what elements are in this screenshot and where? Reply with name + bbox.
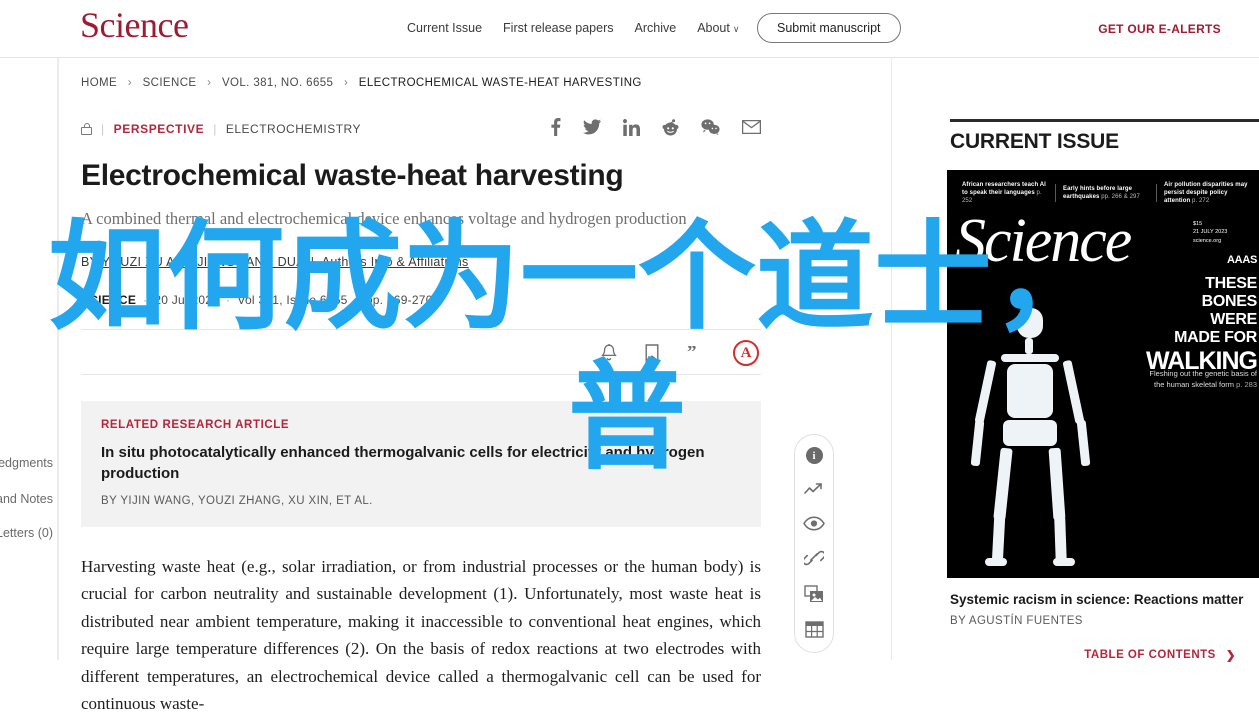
current-issue-cover[interactable]: African researchers teach AI to speak th… [947, 170, 1259, 578]
rail-item-acknowledgments[interactable]: Acknowledgments [0, 456, 53, 470]
linkedin-icon[interactable] [623, 118, 640, 136]
related-label: RELATED RESEARCH ARTICLE [101, 419, 290, 432]
bookmark-icon[interactable] [645, 344, 659, 363]
sidebar-divider [950, 119, 1259, 122]
science-logo[interactable]: Science [80, 4, 189, 46]
submit-manuscript-button[interactable]: Submit manuscript [757, 13, 901, 43]
tables-icon[interactable] [804, 621, 824, 638]
toc-label: TABLE OF CONTENTS [1084, 649, 1216, 661]
citation-pages: pp. 269-270 [365, 293, 433, 308]
facebook-icon[interactable] [550, 118, 561, 136]
chevron-down-icon: ∨ [732, 24, 740, 34]
get-e-alerts-link[interactable]: GET OUR E-ALERTS [1098, 22, 1221, 36]
cover-strip-item-2: Early hints before large earthquakes pp.… [1063, 185, 1140, 200]
share-icons [550, 118, 761, 136]
related-article-title[interactable]: In situ photocatalytically enhanced ther… [101, 443, 741, 484]
article-citation: SCIENCE · 20 Jul 2023 · Vol 381, Issue 6655 ·… [81, 293, 433, 308]
breadcrumb: HOME › SCIENCE › VOL. 381, NO. 6655 › EL… [81, 77, 642, 89]
metrics-icon[interactable] [804, 482, 824, 498]
article-main: | PERSPECTIVE | ELECTROCHEMISTRY Electro… [81, 118, 761, 718]
breadcrumb-item-current: ELECTROCHEMICAL WASTE-HEAT HARVESTING [358, 77, 642, 89]
authors-info-affiliations-link[interactable]: Authors Info & Affiliations [322, 255, 469, 269]
wechat-icon[interactable] [701, 119, 720, 135]
nav-item-first-release[interactable]: First release papers [503, 21, 613, 35]
breadcrumb-item-volume[interactable]: VOL. 381, NO. 6655 [222, 77, 333, 89]
current-issue-sidebar: CURRENT ISSUE African researchers teach … [891, 58, 1259, 662]
info-icon[interactable]: i [805, 447, 823, 464]
article-section-rail: Acknowledgments References and Notes eLe… [0, 58, 58, 660]
citation-date: 20 Jul 2023 [154, 293, 220, 308]
lock-icon [81, 122, 92, 136]
article-body-paragraph: Harvesting waste heat (e.g., solar irrad… [81, 556, 761, 714]
cover-headline: THESE BONES WERE MADE FOR WALKING [1145, 275, 1258, 375]
article-type-label[interactable]: PERSPECTIVE [114, 122, 205, 136]
rail-item-references-and-notes[interactable]: References and Notes [0, 492, 53, 506]
cover-strip-item-1: African researchers teach AI to speak th… [962, 181, 1046, 205]
sidebar-heading: CURRENT ISSUE [950, 130, 1119, 153]
quote-icon[interactable]: ” [687, 346, 705, 360]
breadcrumb-separator: › [207, 77, 212, 89]
figures-icon[interactable] [804, 585, 824, 603]
nav-item-about[interactable]: About ∨ [697, 21, 739, 35]
cover-strip-item-3: Air pollution disparities may persist de… [1164, 181, 1248, 205]
featured-article-author: BY AGUSTÍN FUENTES [950, 615, 1083, 627]
cover-headline-strip: African researchers teach AI to speak th… [947, 176, 1259, 210]
article-subject-label[interactable]: ELECTROCHEMISTRY [226, 122, 361, 136]
email-icon[interactable] [742, 120, 761, 134]
related-research-article-card[interactable]: RELATED RESEARCH ARTICLE In situ photoca… [81, 401, 761, 527]
nav-item-current-issue[interactable]: Current Issue [407, 21, 482, 35]
page-content: HOME › SCIENCE › VOL. 381, NO. 6655 › EL… [58, 58, 1259, 713]
cover-subhead: Fleshing out the genetic basis of the hu… [1149, 369, 1257, 390]
breadcrumb-separator: › [343, 77, 349, 89]
rail-item-eletters[interactable]: eLetters (0) [0, 526, 53, 540]
svg-text:”: ” [687, 346, 697, 360]
reddit-icon[interactable] [662, 118, 679, 136]
page-title: Electrochemical waste-heat harvesting [81, 159, 624, 192]
byline-prefix: BY [81, 255, 102, 270]
site-header: Science Current Issue First release pape… [0, 0, 1259, 58]
breadcrumb-separator: › [127, 77, 132, 89]
related-article-authors: BY YIJIN WANG, YOUZI ZHANG, XU XIN, ET A… [101, 494, 373, 507]
primary-nav: Current Issue First release papers Archi… [407, 21, 739, 35]
article-dek: A combined thermal and electrochemical d… [81, 209, 687, 228]
article-toolbar: ” A [81, 329, 761, 376]
floating-article-toolbar: i [794, 434, 834, 653]
cover-wordmark: Science [955, 207, 1132, 275]
citation-volume: Vol 381, Issue 6655 [237, 293, 348, 308]
article-kicker: | PERSPECTIVE | ELECTROCHEMISTRY [81, 118, 761, 140]
breadcrumb-item-science[interactable]: SCIENCE [143, 77, 197, 89]
bell-icon[interactable] [601, 344, 617, 362]
eye-icon[interactable] [803, 516, 825, 531]
author-links[interactable]: YOUZI XU AND JIANGJIANG DUAN [102, 255, 315, 269]
nav-item-archive[interactable]: Archive [635, 21, 677, 35]
twitter-icon[interactable] [583, 119, 601, 135]
aaas-logo: AAAS [1227, 254, 1257, 266]
citation-source: SCIENCE [81, 293, 137, 308]
cover-issue-meta: $15 21 JULY 2023 science.org [1193, 221, 1228, 244]
skeleton-illustration [963, 308, 1113, 570]
article-byline: BY YOUZI XU AND JIANGJIANG DUAN Authors … [81, 255, 761, 269]
breadcrumb-item-home[interactable]: HOME [81, 77, 117, 89]
link-icon[interactable] [804, 549, 824, 567]
pdf-icon[interactable]: A [733, 340, 759, 367]
featured-article-title[interactable]: Systemic racism in science: Reactions ma… [950, 591, 1250, 609]
